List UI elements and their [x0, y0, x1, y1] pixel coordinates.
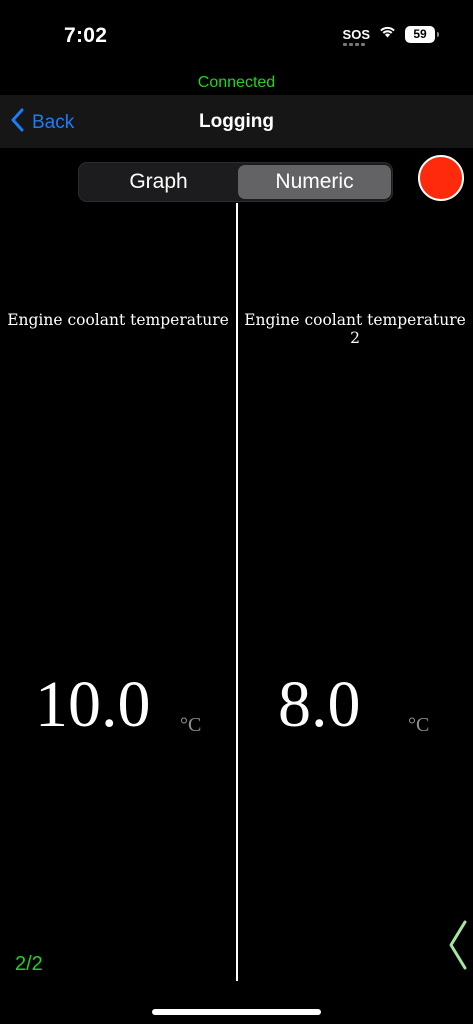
view-mode-segmented-control: Graph Numeric: [78, 162, 393, 202]
gauge-unit: °C: [408, 714, 430, 736]
gauge-value: 8.0: [278, 668, 361, 741]
signal-dots-icon: [342, 42, 367, 46]
segment-graph[interactable]: Graph: [82, 165, 235, 199]
home-indicator[interactable]: [152, 1009, 321, 1015]
record-button[interactable]: [418, 155, 464, 201]
segment-numeric[interactable]: Numeric: [238, 165, 391, 199]
page-title: Logging: [199, 111, 274, 132]
wifi-icon: [379, 25, 396, 43]
gauge-value: 10.0: [35, 668, 151, 741]
gauge-unit: °C: [180, 714, 202, 736]
connection-status: Connected: [197, 74, 276, 91]
status-indicators: SOS 59: [342, 25, 439, 46]
sos-label: SOS: [342, 26, 370, 42]
gauge-label: Engine coolant temperature 2: [244, 311, 466, 347]
gauge-label: Engine coolant temperature: [7, 311, 229, 329]
navigation-bar: Back Logging: [0, 95, 473, 148]
chevron-left-icon[interactable]: [445, 918, 471, 972]
battery-icon: 59: [405, 25, 439, 43]
status-time: 7:02: [64, 24, 108, 47]
page-indicator: 2/2: [15, 953, 43, 975]
sos-indicator: SOS: [342, 26, 370, 46]
